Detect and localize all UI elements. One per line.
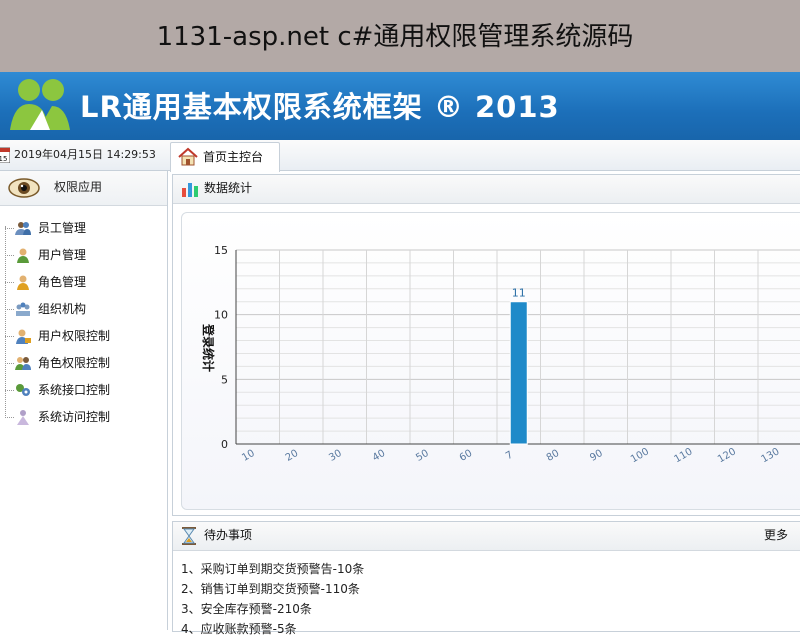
sidebar-item-access[interactable]: 系统访问控制 (0, 404, 166, 430)
banner-title: 1131-asp.net c#通用权限管理系统源码 (156, 22, 634, 52)
hourglass-icon (182, 527, 196, 545)
sidebar-item-label: 角色管理 (38, 275, 87, 289)
tab-home[interactable]: 首页主控台 (170, 142, 280, 172)
interface-icon (16, 384, 30, 396)
sidebar: 权限应用 员工管理 用户管理 角色管理 组织机构 用户权限控制 角色权限控制 系… (0, 171, 168, 630)
sidebar-item-organization[interactable]: 组织机构 (0, 296, 166, 322)
sidebar-item-roles[interactable]: 角色管理 (0, 269, 166, 295)
x-tick-label: 60 (458, 448, 475, 464)
x-tick-label: 120 (716, 446, 738, 465)
x-tick-label: 100 (629, 446, 651, 465)
data-label: 11 (512, 287, 526, 300)
y-tick-label: 15 (214, 244, 228, 257)
eye-icon (8, 178, 40, 198)
y-tick-label: 10 (214, 309, 228, 322)
sidebar-item-label: 员工管理 (38, 221, 87, 235)
x-tick-label: 30 (327, 448, 344, 464)
tree-connector (5, 309, 14, 310)
tree-connector (5, 255, 14, 256)
sidebar-item-label: 角色权限控制 (38, 356, 111, 370)
sidebar-item-user-permission[interactable]: 用户权限控制 (0, 323, 166, 349)
y-axis-label: 登录统计 (201, 323, 216, 372)
role-permission-icon (15, 357, 31, 370)
sidebar-header-label: 权限应用 (54, 180, 103, 194)
sidebar-item-label: 系统访问控制 (38, 410, 111, 424)
todo-panel: 待办事项 更多 1、采购订单到期交货预警告-10条 2、销售订单到期交货预警-1… (172, 521, 800, 636)
organization-icon (16, 302, 30, 316)
app-title: LR通用基本权限系统框架 ® 2013 (80, 90, 560, 124)
stats-panel-header: 数据统计 (173, 175, 800, 204)
access-icon (17, 410, 29, 425)
tree-connector (5, 228, 14, 229)
x-tick-label: 20 (284, 448, 301, 464)
x-tick-label: 50 (414, 448, 431, 464)
user-icon (17, 248, 29, 263)
y-tick-label: 0 (221, 438, 228, 451)
logo-icon (10, 79, 70, 130)
todo-item[interactable]: 4、应收账款预警-5条 (181, 619, 297, 639)
sidebar-item-label: 用户管理 (38, 248, 87, 262)
todo-item[interactable]: 1、采购订单到期交货预警告-10条 (181, 559, 364, 579)
tree-connector (5, 282, 14, 283)
x-tick-label: 40 (371, 448, 388, 464)
tree-connector (5, 363, 14, 364)
svg-text:15: 15 (0, 155, 7, 163)
sidebar-item-label: 组织机构 (38, 302, 87, 316)
y-tick-label: 5 (221, 373, 228, 386)
sidebar-item-label: 系统接口控制 (38, 383, 111, 397)
sidebar-item-users[interactable]: 用户管理 (0, 242, 166, 268)
sidebar-item-interface[interactable]: 系统接口控制 (0, 377, 166, 403)
bar-chart-icon (182, 183, 198, 197)
home-icon (178, 147, 198, 166)
user-permission-icon (16, 329, 31, 344)
tree-connector (5, 417, 14, 418)
todo-item[interactable]: 3、安全库存预警-210条 (181, 599, 312, 619)
sidebar-item-employees[interactable]: 员工管理 (0, 215, 166, 241)
datetime-display: 2019年04月15日 14:29:53 (14, 148, 156, 161)
x-tick-label: 90 (588, 448, 605, 464)
role-icon (17, 275, 29, 290)
stats-panel-title: 数据统计 (204, 181, 253, 195)
login-stats-chart: 0 5 10 15 10 20 30 40 50 60 11 7 80 90 100 110 120 130 登录… (201, 244, 800, 465)
x-tick-label: 7 (504, 449, 515, 462)
x-tick-label: 130 (759, 446, 781, 465)
todo-panel-title: 待办事项 (204, 528, 253, 542)
employees-icon (15, 222, 31, 235)
calendar-icon: 15 (0, 147, 10, 163)
todo-panel-header: 待办事项 更多 (173, 522, 800, 551)
sidebar-item-label: 用户权限控制 (38, 329, 111, 343)
todo-item[interactable]: 2、销售订单到期交货预警-110条 (181, 579, 360, 599)
bar (509, 301, 528, 445)
sidebar-header[interactable]: 权限应用 (0, 171, 167, 206)
x-tick-label: 10 (240, 448, 257, 464)
tree-connector (5, 336, 14, 337)
tab-home-label: 首页主控台 (203, 150, 264, 164)
chart-labels: 0 5 10 15 10 20 30 40 50 60 11 7 80 90 100 110 120 130 (214, 244, 782, 465)
chart-bars (509, 301, 528, 445)
x-tick-label: 110 (672, 446, 694, 465)
x-tick-label: 80 (545, 448, 562, 464)
sidebar-item-role-permission[interactable]: 角色权限控制 (0, 350, 166, 376)
tree-connector (5, 390, 14, 391)
more-link[interactable]: 更多 (764, 522, 788, 549)
